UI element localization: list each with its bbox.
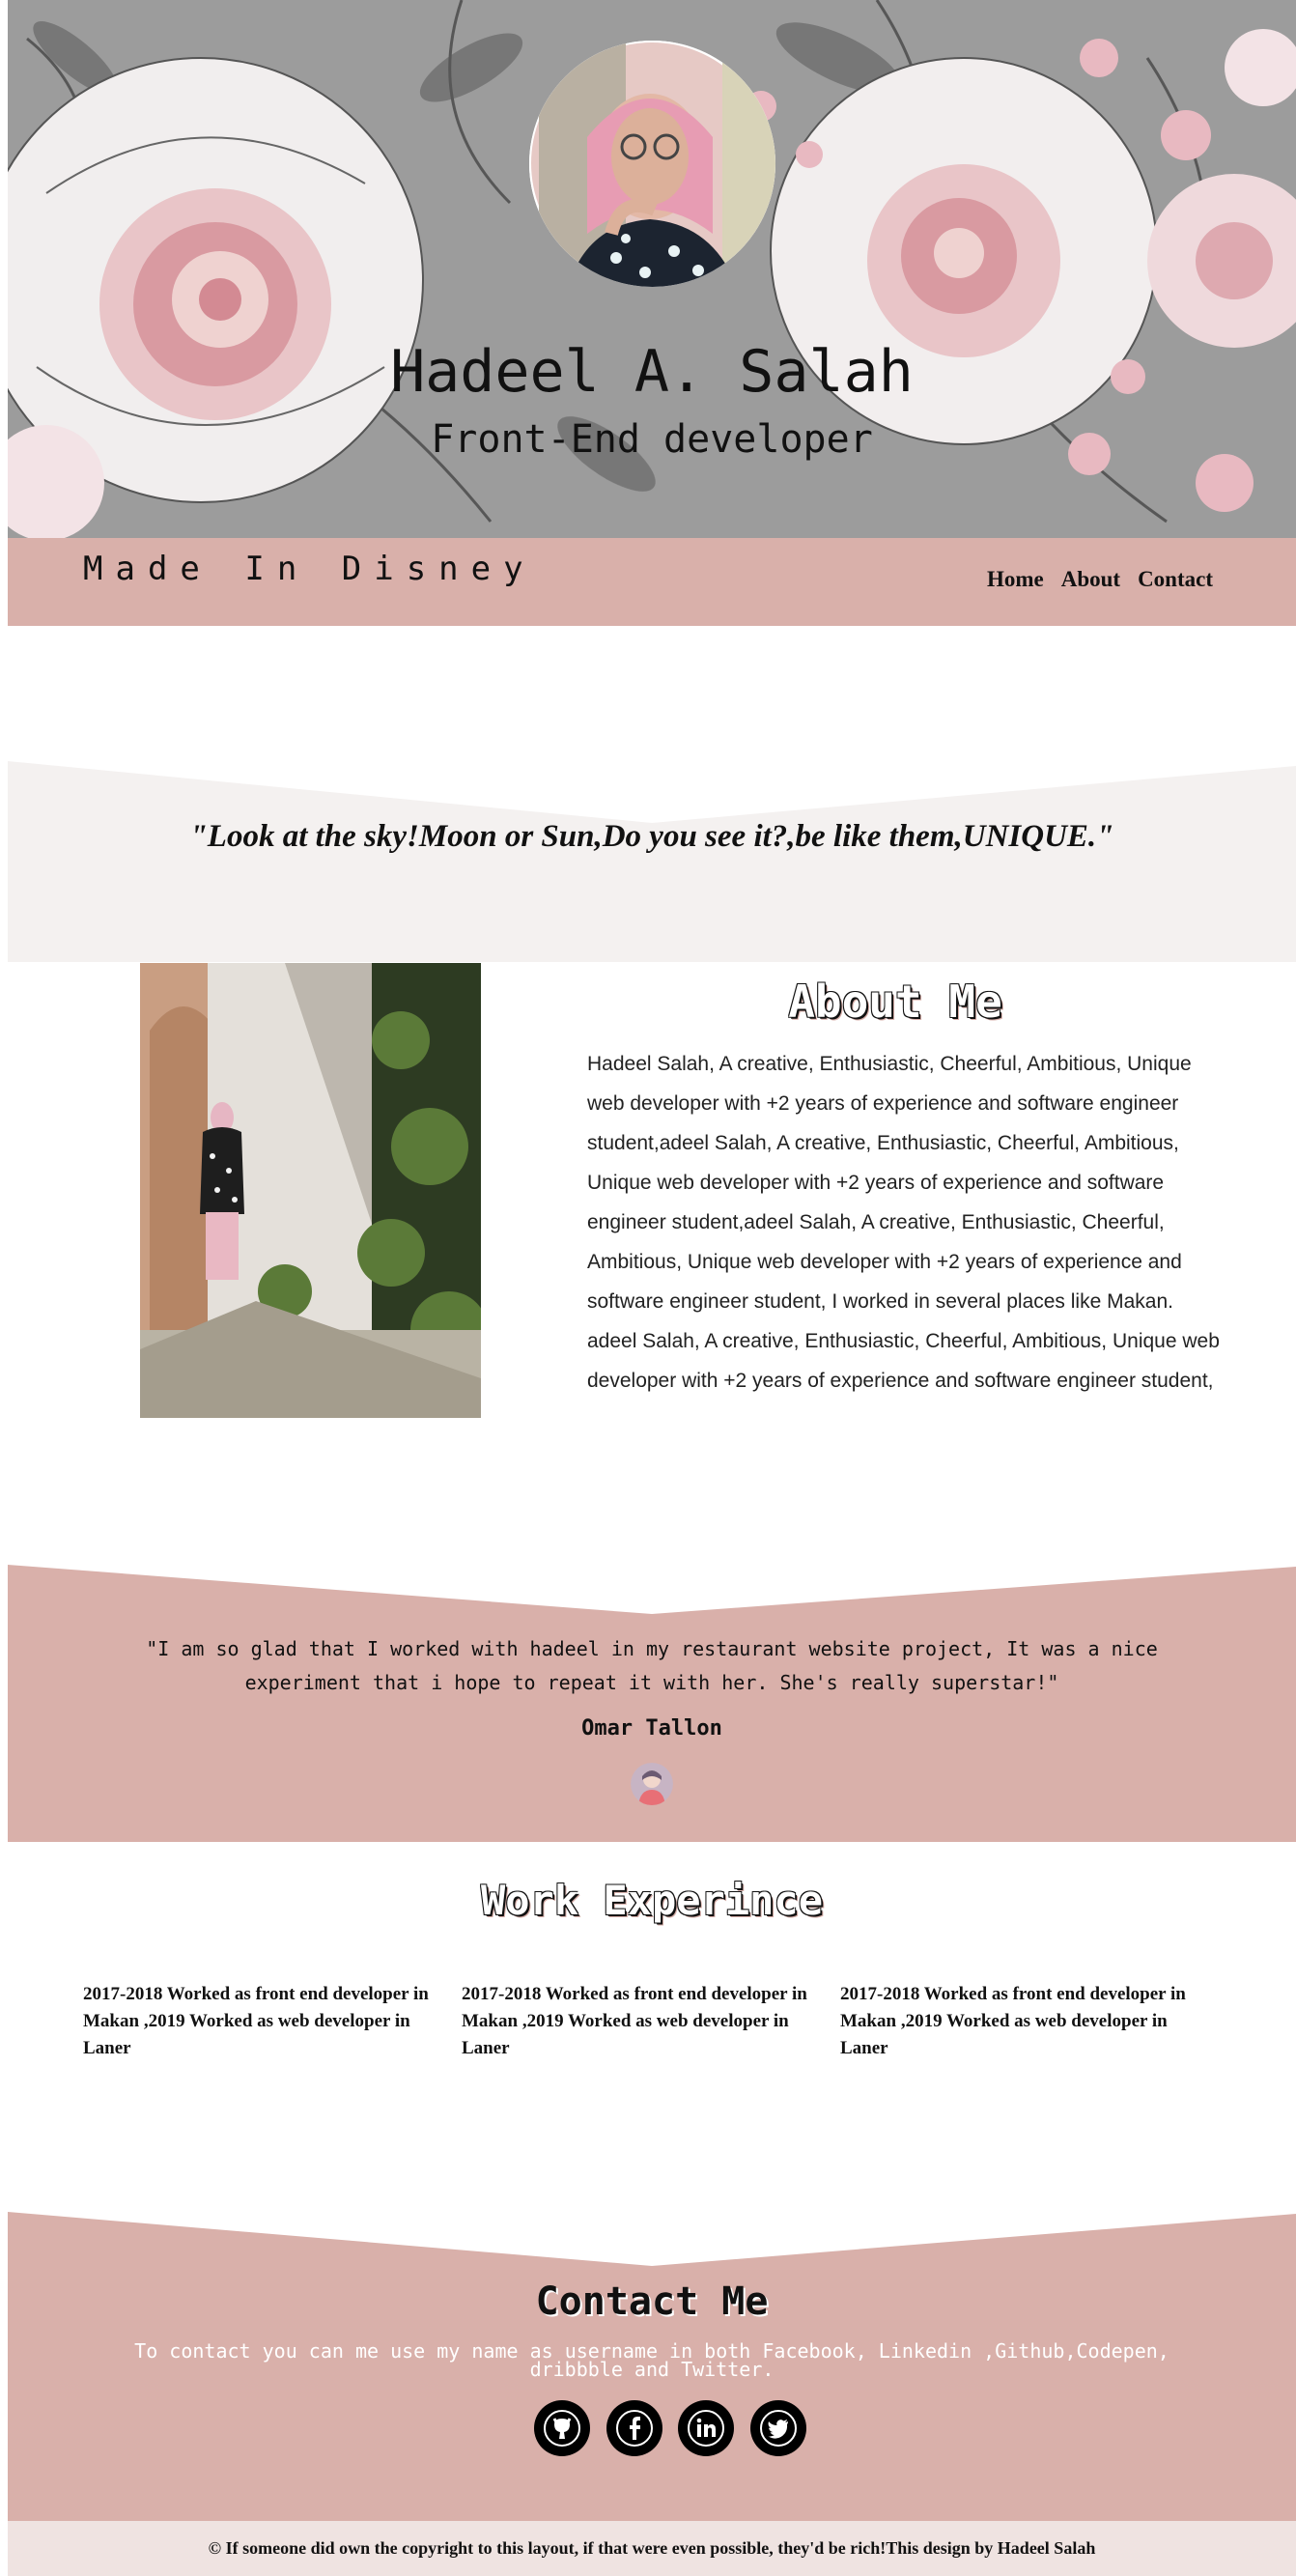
about-title: About Me	[788, 976, 1002, 1028]
testimonial-author: Omar Tallon	[581, 1716, 722, 1741]
testimonial-divider-shape	[8, 1565, 1296, 1614]
portfolio-page: Hadeel A. Salah Front-End developer Made…	[8, 0, 1296, 2576]
nav-item-contact[interactable]: Contact	[1138, 567, 1213, 592]
hero-name: Hadeel A. Salah	[390, 338, 914, 406]
github-link[interactable]	[534, 2400, 590, 2456]
contact-section: Contact Me To contact you can me use my …	[8, 2212, 1296, 2521]
work-item: 2017-2018 Worked as front end developer …	[840, 1984, 1186, 2058]
quote-section: "Look at the sky!Moon or Sun,Do you see …	[8, 761, 1296, 962]
github-icon	[544, 2410, 580, 2447]
hero-role: Front-End developer	[431, 417, 873, 462]
contact-text: To contact you can me use my name as use…	[134, 2339, 1169, 2381]
hero-header: Hadeel A. Salah Front-End developer	[8, 0, 1296, 538]
brand-logo[interactable]: Made In Disney	[83, 550, 536, 588]
about-photo	[140, 963, 488, 1418]
contact-title: Contact Me	[535, 2279, 769, 2324]
testimonial-avatar	[631, 1763, 673, 1805]
twitter-icon	[760, 2410, 797, 2447]
work-item: 2017-2018 Worked as front end developer …	[462, 1984, 807, 2058]
quote-text: "Look at the sky!Moon or Sun,Do you see …	[189, 819, 1114, 854]
nav-item-home[interactable]: Home	[987, 567, 1044, 592]
linkedin-icon	[688, 2410, 724, 2447]
testimonial-section: "I am so glad that I worked with hadeel …	[8, 1565, 1296, 1842]
contact-divider-shape	[8, 2212, 1296, 2266]
profile-avatar	[529, 41, 775, 287]
twitter-link[interactable]	[750, 2400, 806, 2456]
facebook-link[interactable]	[606, 2400, 662, 2456]
linkedin-link[interactable]	[678, 2400, 734, 2456]
facebook-icon	[616, 2410, 653, 2447]
about-text: Hadeel Salah, A creative, Enthusiastic, …	[587, 1053, 1220, 1392]
nav-menu: Home About Contact	[987, 567, 1213, 592]
nav-item-about[interactable]: About	[1061, 567, 1120, 592]
work-title: Work Experince	[480, 1877, 823, 1924]
work-item: 2017-2018 Worked as front end developer …	[83, 1984, 429, 2058]
footer: © If someone did own the copyright to th…	[8, 2521, 1296, 2576]
navbar: Made In Disney Home About Contact	[8, 538, 1296, 626]
testimonial-text: "I am so glad that I worked with hadeel …	[146, 1637, 1158, 1694]
copyright-text: © If someone did own the copyright to th…	[208, 2538, 1096, 2558]
